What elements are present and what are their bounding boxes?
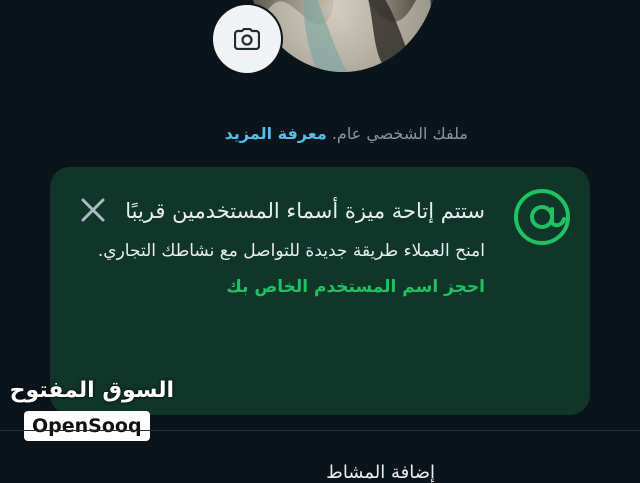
at-icon [512,187,572,247]
card-text-block: ستتم إتاحة ميزة أسماء المستخدمين قريبًا … [65,191,485,305]
camera-icon [234,28,260,50]
profile-visibility-info: ملفك الشخصي عام. معرفة المزيد [225,124,468,143]
watermark-brand-badge: OpenSooq [24,411,150,441]
section-divider [0,430,640,431]
profile-public-text: ملفك الشخصي عام. [331,124,468,143]
card-title: ستتم إتاحة ميزة أسماء المستخدمين قريبًا [125,199,485,223]
opensooq-watermark: السوق المفتوح OpenSooq [9,378,174,441]
learn-more-link[interactable]: معرفة المزيد [225,124,327,143]
card-description-block: امنح العملاء طريقة جديدة للتواصل مع نشاط… [65,233,485,305]
reserve-username-link[interactable]: احجز اسم المستخدم الخاص بك [226,277,485,297]
change-photo-button[interactable] [213,5,281,73]
watermark-arabic-text: السوق المفتوح [9,378,174,403]
card-description: امنح العملاء طريقة جديدة للتواصل مع نشاط… [97,241,485,261]
